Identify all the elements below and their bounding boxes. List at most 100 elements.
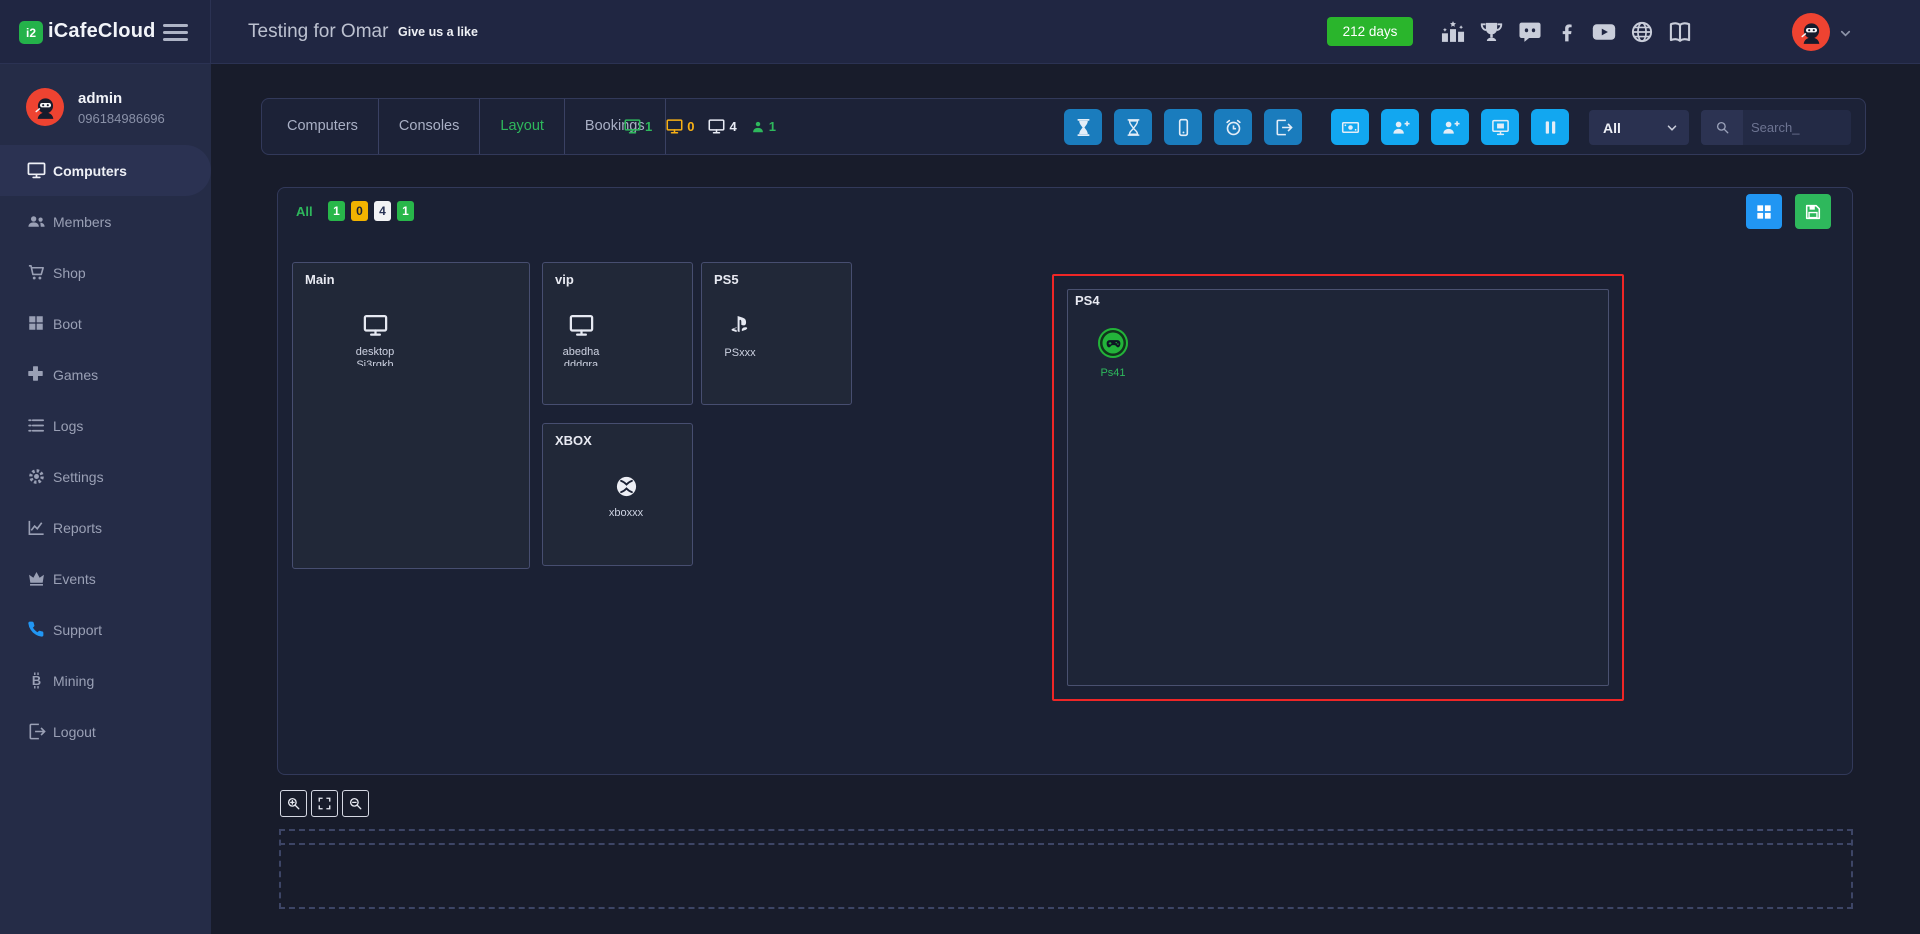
sidebar-avatar[interactable]: [26, 88, 64, 126]
sidebar-item-logs[interactable]: Logs: [0, 400, 211, 451]
zone-ps5[interactable]: PS5 PSxxx: [701, 262, 852, 405]
sidebar-item-events[interactable]: Events: [0, 553, 211, 604]
sidebar-item-settings[interactable]: Settings: [0, 451, 211, 502]
docs-book-icon[interactable]: [1667, 19, 1693, 45]
alarm-button[interactable]: [1214, 109, 1252, 145]
badge-online[interactable]: 1: [328, 201, 345, 221]
search-input[interactable]: [1743, 110, 1851, 145]
device-xboxxx[interactable]: xboxxx: [588, 474, 664, 520]
add-guest-button[interactable]: [1431, 109, 1469, 145]
account-menu-chevron-icon[interactable]: [1838, 26, 1853, 41]
xbox-icon: [588, 474, 664, 499]
toolbar: Computers Consoles Layout Bookings 1 0 4…: [261, 98, 1866, 155]
badge-offline[interactable]: 4: [374, 201, 391, 221]
search-icon: [1701, 110, 1743, 145]
grid-view-button[interactable]: [1746, 194, 1782, 229]
gamepad-icon: [27, 365, 46, 384]
logout-icon: [27, 722, 46, 741]
status-counters: 1 0 4 1: [624, 99, 776, 154]
discord-icon[interactable]: [1517, 19, 1543, 45]
sidebar-item-logout[interactable]: Logout: [0, 706, 211, 757]
save-layout-button[interactable]: [1795, 194, 1831, 229]
status-filter-select[interactable]: All: [1589, 110, 1689, 145]
canvas-zoom-controls: [280, 790, 369, 817]
cafe-title: Testing for Omar: [248, 21, 388, 43]
checkout-button[interactable]: [1264, 109, 1302, 145]
sidebar-item-boot[interactable]: Boot: [0, 298, 211, 349]
header-brand-area: i2 iCafeCloud: [0, 0, 211, 64]
license-days-button[interactable]: 212 days: [1327, 17, 1413, 46]
give-us-a-like-link[interactable]: Give us a like: [398, 25, 478, 39]
zone-ps4-selected[interactable]: PS4 Ps41: [1052, 274, 1624, 701]
status-badge-row: 1 0 4 1: [328, 201, 414, 221]
sidebar-item-mining[interactable]: Mining: [0, 655, 211, 706]
badge-members[interactable]: 1: [397, 201, 414, 221]
header-icon-row: [1440, 0, 1693, 64]
cart-icon: [27, 263, 46, 282]
filter-all-link[interactable]: All: [296, 204, 313, 219]
zoom-out-icon[interactable]: [342, 790, 369, 817]
phone-icon: [27, 620, 46, 639]
member-action-buttons: [1331, 109, 1569, 145]
counter-members-online: 1: [751, 119, 776, 134]
crown-icon: [27, 569, 46, 588]
mobile-button[interactable]: [1164, 109, 1202, 145]
trophy-icon[interactable]: [1479, 20, 1504, 45]
layout-drop-area[interactable]: [279, 829, 1853, 909]
device-psxxx[interactable]: PSxxx: [702, 313, 778, 360]
app-logo-icon: i2: [19, 21, 43, 44]
sidebar-item-members[interactable]: Members: [0, 196, 211, 247]
cash-button[interactable]: [1331, 109, 1369, 145]
pc-monitor-icon: [337, 313, 413, 338]
badge-warning[interactable]: 0: [351, 201, 368, 221]
tab-computers[interactable]: Computers: [262, 99, 379, 154]
top-header: i2 iCafeCloud Testing for Omar Give us a…: [0, 0, 1920, 64]
zoom-in-icon[interactable]: [280, 790, 307, 817]
pause-button[interactable]: [1531, 109, 1569, 145]
sidebar-toggle-icon[interactable]: [163, 24, 188, 41]
remote-view-button[interactable]: [1481, 109, 1519, 145]
zone-vip[interactable]: vip abedha dddqra: [542, 262, 693, 405]
fit-screen-icon[interactable]: [311, 790, 338, 817]
add-member-button[interactable]: [1381, 109, 1419, 145]
zone-main[interactable]: Main desktop Si3rqkh: [292, 262, 530, 569]
users-icon: [27, 212, 46, 231]
chart-icon: [27, 518, 46, 537]
tab-consoles[interactable]: Consoles: [379, 99, 480, 154]
ranking-icon[interactable]: [1440, 19, 1466, 45]
zone-xbox[interactable]: XBOX xboxxx: [542, 423, 693, 566]
timer-outline-button[interactable]: [1114, 109, 1152, 145]
counter-pc-online: 1: [624, 118, 652, 135]
sidebar: admin 096184986696 Computers Members Sho…: [0, 64, 211, 934]
device-desktop[interactable]: desktop Si3rqkh: [337, 313, 413, 366]
chevron-down-icon: [1665, 121, 1679, 135]
gear-icon: [27, 467, 46, 486]
tab-layout[interactable]: Layout: [480, 99, 565, 154]
website-globe-icon[interactable]: [1630, 20, 1654, 44]
sidebar-nav: Computers Members Shop Boot Games Logs S…: [0, 145, 211, 757]
user-avatar[interactable]: [1792, 13, 1830, 51]
sidebar-item-shop[interactable]: Shop: [0, 247, 211, 298]
sidebar-user-phone: 096184986696: [78, 111, 165, 126]
facebook-icon[interactable]: [1556, 21, 1578, 43]
windows-icon: [27, 314, 46, 333]
device-ps41[interactable]: Ps41: [1075, 328, 1151, 380]
pc-monitor-icon: [543, 313, 619, 338]
list-icon: [27, 416, 46, 435]
view-tabs: Computers Consoles Layout Bookings: [262, 99, 666, 154]
session-action-buttons: [1064, 109, 1302, 145]
monitor-icon: [27, 161, 46, 180]
console-gamepad-icon: [1098, 328, 1128, 358]
sidebar-user-name: admin: [78, 90, 122, 107]
timer-filled-button[interactable]: [1064, 109, 1102, 145]
sidebar-item-support[interactable]: Support: [0, 604, 211, 655]
youtube-icon[interactable]: [1591, 19, 1617, 45]
app-brand: iCafeCloud: [48, 20, 156, 43]
layout-canvas: All 1 0 4 1 Main desktop Si3rqkh vip abe…: [277, 187, 1853, 775]
counter-pc-warning: 0: [666, 118, 694, 135]
sidebar-item-computers[interactable]: Computers: [0, 145, 211, 196]
sidebar-item-games[interactable]: Games: [0, 349, 211, 400]
search-box: [1701, 110, 1851, 145]
device-abedha[interactable]: abedha dddqra: [543, 313, 619, 366]
sidebar-item-reports[interactable]: Reports: [0, 502, 211, 553]
